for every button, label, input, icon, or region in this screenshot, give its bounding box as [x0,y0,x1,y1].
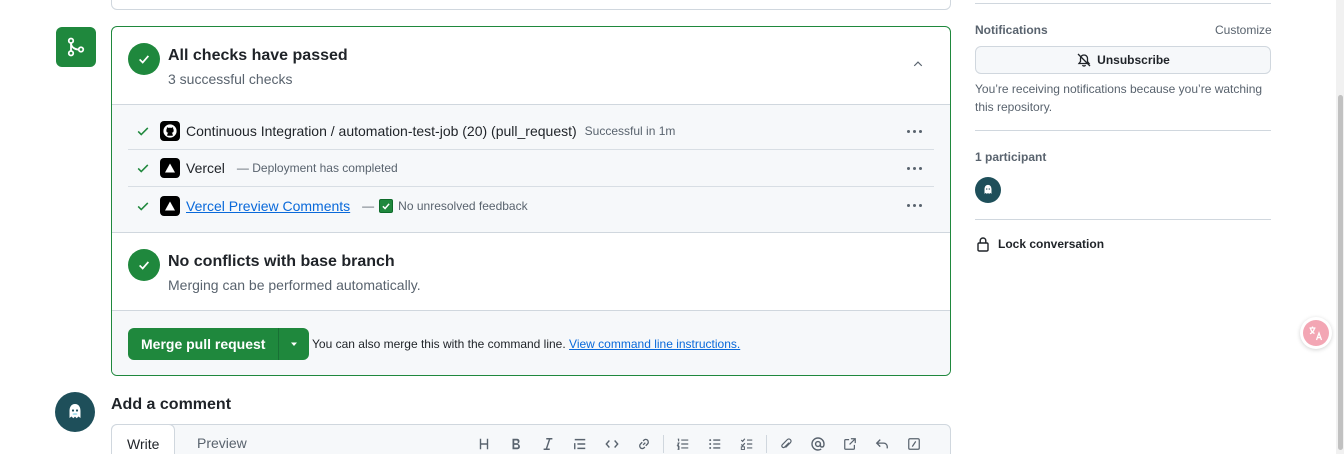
git-merge-icon [56,27,96,67]
check-name: Continuous Integration / automation-test… [186,123,577,139]
merge-button-group: Merge pull request [128,328,310,360]
reply-icon[interactable] [866,433,898,454]
check-circle-icon [128,249,160,281]
vercel-icon [160,195,180,216]
slash-command-icon[interactable] [898,433,930,454]
checks-subtitle: 3 successful checks [168,71,293,87]
check-status-text: No unresolved feedback [398,198,528,213]
checks-title: All checks have passed [168,47,348,64]
checks-list: Continuous Integration / automation-test… [112,105,950,233]
merge-box: All checks have passed 3 successful chec… [111,26,951,376]
previous-timeline-card [111,0,951,10]
customize-notifications-link[interactable]: Customize [1215,23,1272,37]
tab-preview[interactable]: Preview [182,424,262,454]
translate-extension-button[interactable] [1300,317,1332,349]
merge-hint-text: You can also merge this with the command… [312,337,566,351]
toolbar-divider [663,435,664,453]
sidebar-divider [975,219,1271,220]
check-status: — No unresolved feedback [362,198,528,213]
link-icon[interactable] [628,433,660,454]
markdown-toolbar [468,433,930,454]
sidebar-divider [975,3,1271,4]
toolbar-divider [766,435,767,453]
command-line-instructions-link[interactable]: View command line instructions. [569,337,740,351]
check-options-button[interactable] [904,159,924,177]
check-status: — Deployment has completed [236,161,398,175]
check-circle-icon [128,43,160,75]
merge-footer: Merge pull request You can also merge th… [112,311,950,375]
conflicts-title: No conflicts with base branch [168,253,395,270]
lock-conversation-button[interactable]: Lock conversation [975,236,1104,252]
comment-editor: Write Preview [111,424,951,454]
check-row: Vercel — Deployment has completed [128,150,934,187]
scrollbar-thumb[interactable] [1338,95,1343,450]
avatar[interactable] [55,392,95,432]
notifications-heading: Notifications [975,23,1048,37]
sidebar-divider [975,130,1271,131]
participant-avatar[interactable] [975,177,1001,203]
italic-icon[interactable] [532,433,564,454]
check-row: Vercel Preview Comments — No unresolved … [128,187,934,224]
check-row: Continuous Integration / automation-test… [128,113,934,150]
translate-icon [1303,320,1329,346]
conflicts-subtitle: Merging can be performed automatically. [168,277,421,293]
vercel-icon [160,158,180,178]
lock-icon [977,237,989,252]
check-name-link[interactable]: Vercel Preview Comments [186,198,350,214]
check-icon [136,161,150,175]
check-options-button[interactable] [904,196,924,214]
check-name: Vercel [186,160,225,176]
check-options-button[interactable] [904,122,924,140]
check-status-dash: — [362,198,375,213]
merge-method-dropdown[interactable] [279,328,310,360]
task-list-icon[interactable] [731,433,763,454]
unsubscribe-button[interactable]: Unsubscribe [975,46,1271,74]
check-icon [136,124,150,138]
collapse-checks-button[interactable] [904,52,932,76]
heading-icon[interactable] [468,433,500,454]
tab-write[interactable]: Write [111,424,176,454]
unordered-list-icon[interactable] [699,433,731,454]
unsubscribe-label: Unsubscribe [1097,53,1170,67]
bell-slash-icon [1077,53,1091,67]
github-icon [160,121,180,141]
checks-summary: All checks have passed 3 successful chec… [112,27,950,105]
ordered-list-icon[interactable] [667,433,699,454]
check-icon [136,199,150,213]
merge-hint: You can also merge this with the command… [312,337,740,351]
avatar-ghost-icon [984,184,992,194]
avatar-ghost-icon [69,404,81,419]
checkbox-checked-icon [379,198,394,213]
conflicts-summary: No conflicts with base branch Merging ca… [112,233,950,311]
triangle-down-icon [291,342,298,346]
add-comment-heading: Add a comment [111,396,232,413]
quote-icon[interactable] [564,433,596,454]
merge-pull-request-button[interactable]: Merge pull request [128,328,280,360]
cross-reference-icon[interactable] [834,433,866,454]
mention-icon[interactable] [802,433,834,454]
code-icon[interactable] [596,433,628,454]
chevron-up-icon [913,61,923,67]
participants-heading: 1 participant [975,150,1047,164]
notifications-reason: You’re receiving notifications because y… [975,82,1263,114]
bold-icon[interactable] [500,433,532,454]
lock-conversation-label: Lock conversation [998,237,1105,251]
check-status: Successful in 1m [584,124,676,138]
attach-icon[interactable] [770,433,802,454]
